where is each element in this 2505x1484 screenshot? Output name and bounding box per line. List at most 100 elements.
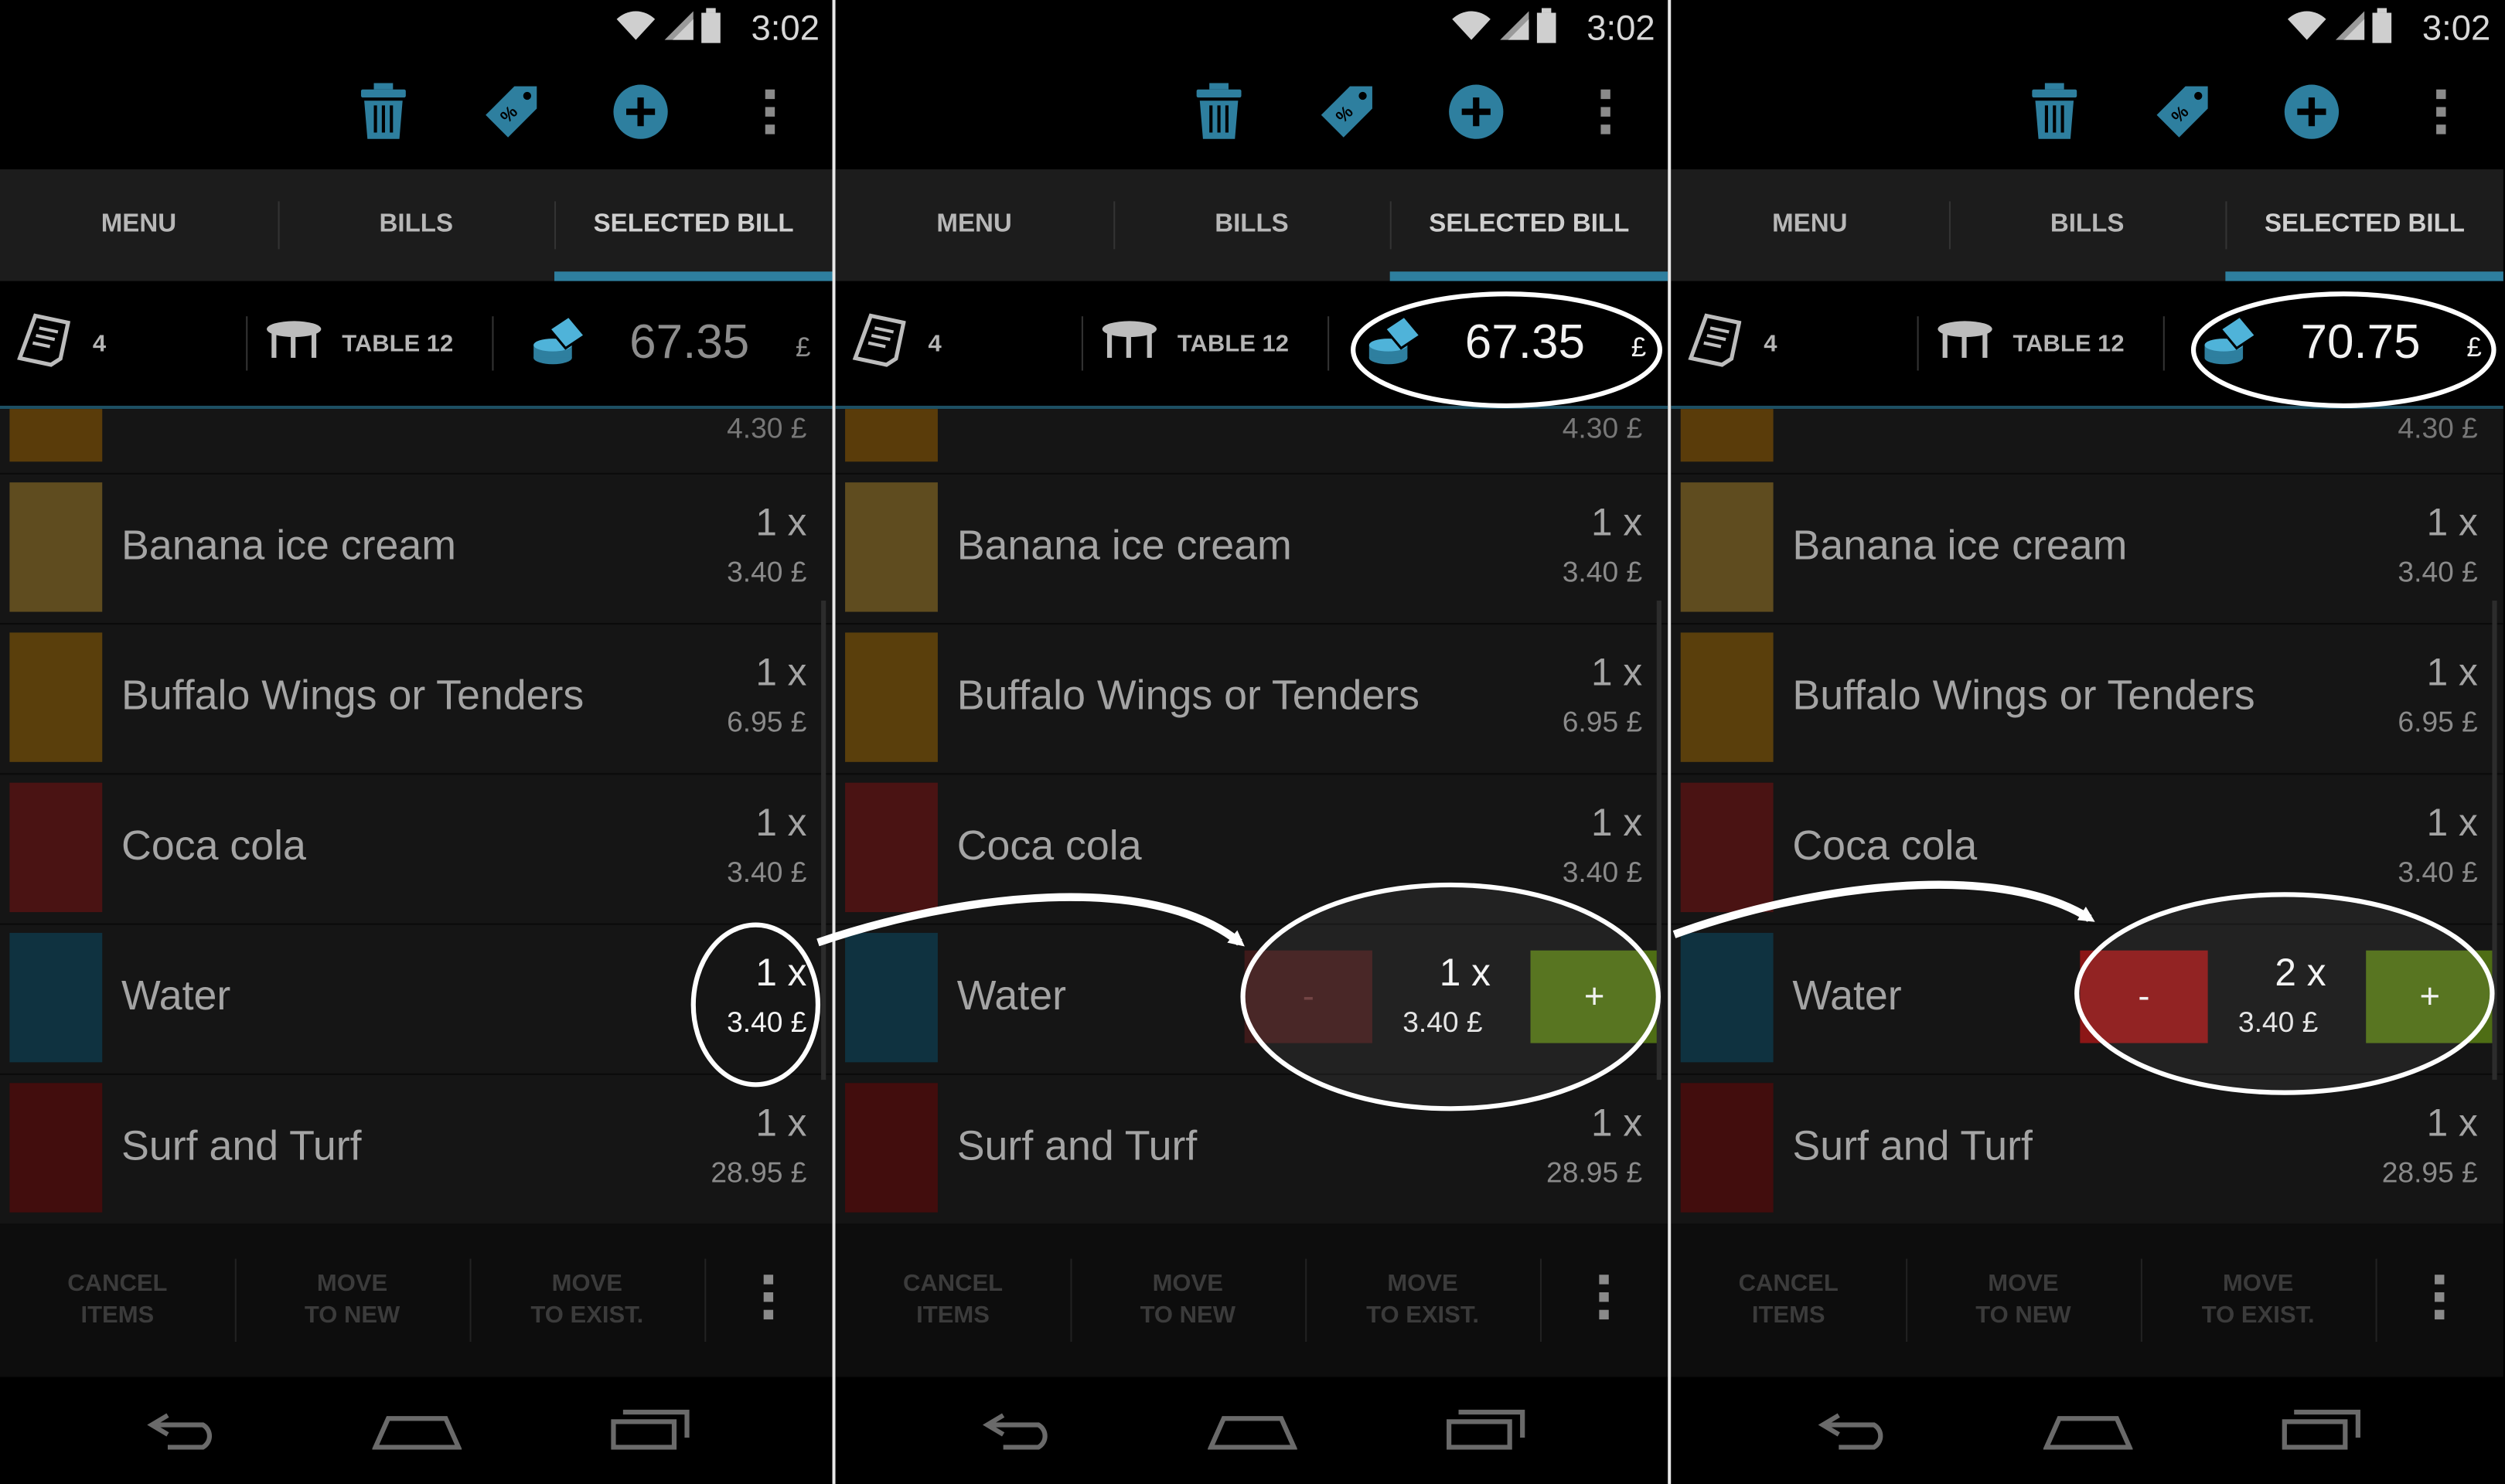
receipt-count: 4 (1687, 281, 1777, 406)
tab-menu[interactable]: MENU (1671, 169, 1948, 281)
discount-tag-button[interactable]: % (1315, 83, 1379, 147)
item-quantity: 1 x (755, 802, 807, 846)
decrease-quantity-button[interactable]: - (2080, 950, 2208, 1043)
item-quantity: 1 x (1591, 501, 1643, 545)
scrollbar-thumb[interactable] (1656, 601, 1661, 1081)
increase-quantity-button[interactable]: + (2366, 950, 2494, 1043)
screenshot-triptych: 3:02% MENU BILLS SELECTED BILL 4 TABLE 12 67.3… (0, 0, 2505, 1484)
list-item-buffalo-wings[interactable]: Buffalo Wings or Tenders 1 x 6.95 £ (1671, 623, 2503, 775)
list-item-water[interactable]: Water - 2 x 3.40 £ + (1671, 924, 2503, 1075)
discount-tag-button[interactable]: % (2150, 83, 2214, 147)
status-bar: 3:02 (0, 0, 833, 61)
home-button[interactable] (1205, 1403, 1300, 1460)
add-circle-icon (2283, 82, 2340, 148)
cancel-items-button[interactable]: CANCEL ITEMS (1671, 1224, 1906, 1377)
status-bar: 3:02 (836, 0, 1668, 61)
discount-tag-button[interactable]: % (479, 83, 544, 147)
cancel-items-button[interactable]: CANCEL ITEMS (0, 1224, 235, 1377)
recent-apps-button[interactable] (604, 1403, 700, 1460)
item-color-swatch (1680, 1083, 1774, 1213)
list-item-banana-ice-cream[interactable]: Banana ice cream 1 x 3.40 £ (0, 473, 833, 625)
status-time: 3:02 (1586, 8, 1655, 49)
item-name: Banana ice cream (121, 520, 457, 569)
move-to-exist-button[interactable]: MOVE TO EXIST. (469, 1224, 704, 1377)
item-color-swatch (9, 1083, 103, 1213)
tab-bar: MENU BILLS SELECTED BILL (1671, 169, 2503, 281)
tab-bills[interactable]: BILLS (1948, 169, 2226, 281)
navigation-bar (1671, 1377, 2503, 1484)
list-item-surf-and-turf[interactable]: Surf and Turf 1 x 28.95 £ (0, 1074, 833, 1224)
overflow-menu-button[interactable] (2409, 83, 2473, 147)
increase-quantity-button[interactable]: + (1530, 950, 1658, 1043)
move-to-new-button[interactable]: MOVE TO NEW (1070, 1224, 1305, 1377)
recent-apps-button[interactable] (1440, 1403, 1535, 1460)
tab-selected-bill[interactable]: SELECTED BILL (554, 169, 833, 281)
label-line: MOVE (316, 1270, 388, 1298)
table-indicator: TABLE 12 (1936, 281, 2125, 406)
wifi-icon (2286, 9, 2328, 49)
bottom-overflow-menu-button[interactable] (1539, 1224, 1668, 1377)
cancel-items-button[interactable]: CANCEL ITEMS (836, 1224, 1071, 1377)
table-icon (265, 318, 322, 368)
list-item-water[interactable]: Water 1 x 3.40 £ (0, 924, 833, 1075)
overflow-menu-icon (2433, 1272, 2446, 1328)
add-circle-button[interactable] (2280, 83, 2344, 147)
currency-symbol: £ (796, 332, 811, 363)
list-item-buffalo-wings[interactable]: Buffalo Wings or Tenders 1 x 6.95 £ (835, 623, 1668, 775)
list-item-buffalo-wings[interactable]: Buffalo Wings or Tenders 1 x 6.95 £ (0, 623, 833, 775)
scrollbar-thumb[interactable] (821, 601, 826, 1081)
tab-bills[interactable]: BILLS (1113, 169, 1391, 281)
tab-menu[interactable]: MENU (0, 169, 278, 281)
overflow-menu-button[interactable] (1573, 83, 1638, 147)
decrease-quantity-button[interactable]: - (1244, 950, 1372, 1043)
navigation-bar (835, 1377, 1668, 1484)
list-item-surf-and-turf[interactable]: Surf and Turf 1 x 28.95 £ (1671, 1074, 2503, 1224)
add-circle-icon (612, 82, 669, 148)
overflow-menu-button[interactable] (738, 83, 803, 147)
battery-icon (701, 7, 721, 50)
overflow-menu-icon (2435, 87, 2448, 143)
list-item-water[interactable]: Water - 1 x 3.40 £ + (835, 924, 1668, 1075)
cancel-items-label: CANCEL ITEMS (903, 1268, 1003, 1333)
table-icon (1101, 318, 1158, 368)
battery-icon (2372, 7, 2392, 50)
wifi-icon (615, 9, 657, 49)
trash-button[interactable] (2023, 82, 2087, 147)
receipt-count: 4 (851, 281, 942, 406)
action-bar: % (1671, 61, 2503, 170)
list-item-coca-cola[interactable]: Coca cola 1 x 3.40 £ (1671, 773, 2503, 925)
scrollbar-thumb[interactable] (2492, 601, 2497, 1081)
move-to-exist-button[interactable]: MOVE TO EXIST. (1305, 1224, 1540, 1377)
bottom-overflow-menu-button[interactable] (704, 1224, 832, 1377)
back-button[interactable] (138, 1403, 233, 1460)
back-button[interactable] (1808, 1403, 1904, 1460)
move-to-new-button[interactable]: MOVE TO NEW (234, 1224, 470, 1377)
tab-bills[interactable]: BILLS (277, 169, 555, 281)
list-item-coca-cola[interactable]: Coca cola 1 x 3.40 £ (835, 773, 1668, 925)
phone-panel-2: 3:02% MENU BILLS SELECTED BILL 4 TABLE 12 67.3… (835, 0, 1668, 1484)
home-button[interactable] (2040, 1403, 2136, 1460)
home-icon (371, 1405, 462, 1458)
tab-selected-bill[interactable]: SELECTED BILL (2226, 169, 2503, 281)
add-circle-button[interactable] (1444, 83, 1508, 147)
trash-button[interactable] (1187, 82, 1251, 147)
overflow-menu-icon (1597, 1272, 1610, 1328)
bottom-overflow-menu-button[interactable] (2375, 1224, 2503, 1377)
item-quantity: 1 x (1591, 1102, 1643, 1145)
list-item-coca-cola[interactable]: Coca cola 1 x 3.40 £ (0, 773, 833, 925)
home-button[interactable] (369, 1403, 465, 1460)
table-indicator: TABLE 12 (1101, 281, 1289, 406)
item-color-swatch (845, 1083, 938, 1213)
tab-menu[interactable]: MENU (836, 169, 1113, 281)
move-to-exist-button[interactable]: MOVE TO EXIST. (2140, 1224, 2376, 1377)
move-to-new-button[interactable]: MOVE TO NEW (1906, 1224, 2141, 1377)
trash-button[interactable] (352, 82, 416, 147)
list-item-banana-ice-cream[interactable]: Banana ice cream 1 x 3.40 £ (835, 473, 1668, 625)
list-item-surf-and-turf[interactable]: Surf and Turf 1 x 28.95 £ (836, 1074, 1668, 1224)
item-color-swatch (1680, 632, 1774, 762)
add-circle-button[interactable] (608, 83, 673, 147)
recent-apps-button[interactable] (2275, 1403, 2370, 1460)
tab-selected-bill[interactable]: SELECTED BILL (1390, 169, 1668, 281)
list-item-banana-ice-cream[interactable]: Banana ice cream 1 x 3.40 £ (1671, 473, 2503, 625)
back-button[interactable] (973, 1403, 1068, 1460)
